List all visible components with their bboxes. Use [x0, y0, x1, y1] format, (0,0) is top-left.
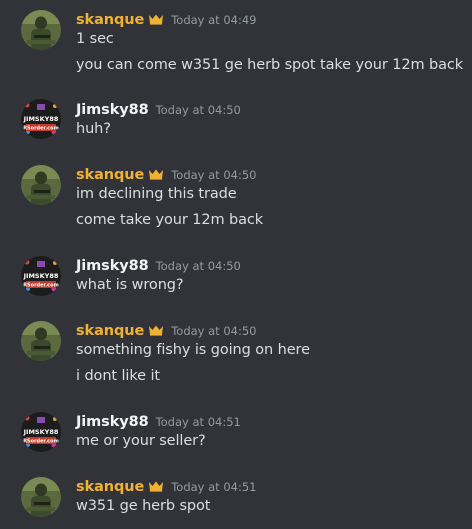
svg-text:RSorder.com: RSorder.com — [23, 439, 59, 445]
crown-icon — [149, 14, 164, 25]
avatar[interactable]: JIMSKY88 RSorder.com — [21, 412, 61, 452]
timestamp[interactable]: Today at 04:50 — [156, 259, 241, 273]
timestamp[interactable]: Today at 04:50 — [171, 324, 256, 338]
message-text: come take your 12m back — [76, 212, 264, 228]
avatar[interactable]: JIMSKY88 RSorder.com — [21, 256, 61, 296]
username[interactable]: skanque — [76, 12, 144, 28]
message-text: w351 ge herb spot — [76, 498, 211, 514]
crown-icon — [149, 169, 164, 180]
message-text: what is wrong? — [76, 277, 184, 293]
message-header: Jimsky88 Today at 04:50 — [76, 99, 241, 119]
avatar[interactable] — [21, 477, 61, 517]
crown-icon — [149, 325, 164, 336]
message-header: skanque Today at 04:50 — [76, 164, 257, 184]
username[interactable]: skanque — [76, 167, 144, 183]
message-header: skanque Today at 04:49 — [76, 9, 257, 29]
avatar[interactable] — [21, 321, 61, 361]
jimsky88-rsorder-logo: JIMSKY88 RSorder.com — [21, 412, 61, 452]
timestamp[interactable]: Today at 04:49 — [171, 13, 256, 27]
username[interactable]: Jimsky88 — [76, 258, 149, 274]
svg-text:RSorder.com: RSorder.com — [23, 126, 59, 132]
crown-icon — [149, 481, 164, 492]
username[interactable]: skanque — [76, 323, 144, 339]
message-header: Jimsky88 Today at 04:51 — [76, 411, 241, 431]
svg-text:RSorder.com: RSorder.com — [23, 283, 59, 289]
timestamp[interactable]: Today at 04:51 — [156, 415, 241, 429]
avatar[interactable] — [21, 10, 61, 50]
message-text: you can come w351 ge herb spot take your… — [76, 57, 464, 73]
message-text: im declining this trade — [76, 186, 237, 202]
soldier-avatar — [21, 321, 61, 361]
jimsky88-rsorder-logo: JIMSKY88 RSorder.com — [21, 99, 61, 139]
message-header: Jimsky88 Today at 04:50 — [76, 255, 241, 275]
username[interactable]: skanque — [76, 479, 144, 495]
soldier-avatar — [21, 165, 61, 205]
soldier-avatar — [21, 477, 61, 517]
timestamp[interactable]: Today at 04:50 — [156, 103, 241, 117]
soldier-avatar — [21, 10, 61, 50]
avatar[interactable]: JIMSKY88 RSorder.com — [21, 99, 61, 139]
chat-message-list: skanque Today at 04:49 1 sec you can come… — [0, 0, 472, 529]
message-text: i dont like it — [76, 368, 160, 384]
message-text: huh? — [76, 121, 111, 137]
avatar[interactable] — [21, 165, 61, 205]
message-text: me or your seller? — [76, 433, 206, 449]
message-header: skanque Today at 04:50 — [76, 320, 257, 340]
username[interactable]: Jimsky88 — [76, 102, 149, 118]
message-header: skanque Today at 04:51 — [76, 476, 257, 496]
message-text: something fishy is going on here — [76, 342, 310, 358]
username[interactable]: Jimsky88 — [76, 414, 149, 430]
timestamp[interactable]: Today at 04:51 — [171, 480, 256, 494]
svg-text:JIMSKY88: JIMSKY88 — [23, 272, 59, 280]
message-text: 1 sec — [76, 31, 114, 47]
svg-text:JIMSKY88: JIMSKY88 — [23, 115, 59, 123]
timestamp[interactable]: Today at 04:50 — [171, 168, 256, 182]
svg-text:JIMSKY88: JIMSKY88 — [23, 428, 59, 436]
jimsky88-rsorder-logo: JIMSKY88 RSorder.com — [21, 256, 61, 296]
